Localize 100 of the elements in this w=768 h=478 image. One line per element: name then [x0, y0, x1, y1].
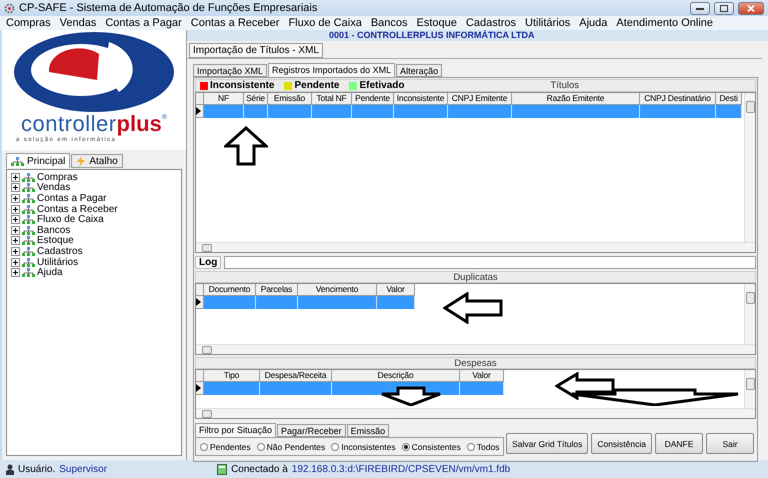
column-header[interactable]: Despesa/Receita: [260, 370, 332, 382]
menu-item[interactable]: Cadastros: [466, 17, 516, 29]
log-field[interactable]: [224, 256, 756, 269]
radio-option[interactable]: Não Pendentes: [256, 442, 326, 452]
grid-cell[interactable]: [448, 105, 512, 118]
radio-button[interactable]: [256, 442, 265, 450]
sidebar-tab[interactable]: Atalho: [71, 154, 123, 168]
tree-item[interactable]: Cadastros: [11, 246, 177, 257]
grid-cell[interactable]: [716, 105, 742, 118]
tree-item[interactable]: Contas a Receber: [11, 204, 177, 214]
tab[interactable]: Importação XML: [193, 64, 268, 77]
horizontal-scrollbar[interactable]: [196, 408, 755, 418]
action-button[interactable]: Salvar Grid Títulos: [506, 433, 588, 454]
grid-cell[interactable]: [244, 105, 268, 118]
expand-icon[interactable]: [11, 215, 20, 224]
radio-option[interactable]: Inconsistentes: [331, 442, 396, 452]
column-header[interactable]: Série: [244, 93, 268, 105]
expand-icon[interactable]: [11, 246, 20, 256]
tab[interactable]: Filtro por Situação: [195, 423, 276, 437]
expand-icon[interactable]: [11, 236, 20, 246]
column-header[interactable]: Tipo: [204, 370, 260, 382]
expand-icon[interactable]: [11, 194, 20, 203]
menu-item[interactable]: Estoque: [416, 17, 457, 29]
tree-item[interactable]: Ajuda: [11, 267, 177, 278]
column-header[interactable]: Total NF: [312, 93, 352, 105]
menu-item[interactable]: Atendimento Online: [616, 17, 714, 29]
data-grid[interactable]: Documento Parcelas Vencimento Valor: [195, 283, 756, 355]
tab[interactable]: Registros Importados do XML: [268, 63, 396, 77]
column-header[interactable]: Razão Emitente: [512, 93, 640, 105]
tree-item[interactable]: Compras: [11, 172, 177, 183]
tab[interactable]: Pagar/Receber: [277, 424, 346, 437]
grid-cell[interactable]: [640, 105, 716, 118]
close-button[interactable]: [738, 2, 764, 14]
grid-cell[interactable]: [268, 105, 312, 118]
column-header[interactable]: Desti: [716, 93, 742, 105]
tree-item[interactable]: Bancos: [11, 224, 177, 236]
vertical-scrollbar[interactable]: [744, 284, 755, 344]
column-header[interactable]: Parcelas: [256, 284, 298, 296]
menu-item[interactable]: Vendas: [60, 17, 96, 29]
sidebar-tab[interactable]: Principal: [6, 153, 70, 168]
radio-option[interactable]: Todos: [466, 442, 500, 452]
column-header[interactable]: Pendente: [352, 93, 394, 105]
grid-cell[interactable]: [352, 105, 394, 118]
radio-button[interactable]: [331, 442, 340, 450]
radio-option[interactable]: Pendentes: [200, 442, 251, 452]
vertical-scrollbar[interactable]: [744, 93, 755, 242]
action-button[interactable]: DANFE: [655, 433, 703, 454]
expand-icon[interactable]: [11, 258, 20, 267]
form-tab[interactable]: Importação de Títulos - XML: [189, 43, 323, 58]
grid-cell[interactable]: [298, 296, 377, 309]
radio-button[interactable]: [200, 442, 208, 450]
grid-cell[interactable]: [204, 382, 260, 395]
grid-cell[interactable]: [204, 105, 244, 118]
action-button[interactable]: Sair: [706, 433, 754, 454]
grid-cell[interactable]: [204, 296, 256, 309]
expand-icon[interactable]: [11, 172, 20, 182]
tree-item[interactable]: Vendas: [11, 182, 177, 194]
column-header[interactable]: Emissão: [268, 93, 312, 105]
grid-cell[interactable]: [394, 105, 448, 118]
tab[interactable]: Emissão: [346, 424, 390, 437]
expand-icon[interactable]: [11, 204, 20, 214]
tree-item[interactable]: Utilitários: [11, 256, 177, 268]
maximize-button[interactable]: [714, 2, 734, 14]
menu-item[interactable]: Utilitários: [525, 17, 570, 29]
radio-option[interactable]: Consistentes: [402, 442, 461, 452]
data-grid[interactable]: NF Série Emissão Total NF Pendente Inconsistente CNPJ Emitente Razão Emitente CNPJ Destinatário Desti: [195, 92, 756, 253]
column-header[interactable]: CNPJ Destinatário: [640, 93, 716, 105]
action-button[interactable]: Consistência: [591, 433, 652, 454]
menu-item[interactable]: Contas a Receber: [190, 17, 280, 29]
column-header[interactable]: NF: [204, 93, 244, 105]
expand-icon[interactable]: [11, 268, 20, 278]
menu-item[interactable]: Contas a Pagar: [105, 17, 182, 29]
expand-icon[interactable]: [11, 226, 20, 235]
column-header[interactable]: Descrição: [332, 370, 460, 382]
menu-item[interactable]: Ajuda: [579, 17, 608, 29]
column-header[interactable]: Inconsistente: [394, 93, 448, 105]
column-header[interactable]: Valor: [377, 284, 415, 296]
tab[interactable]: Alteração: [396, 64, 442, 77]
column-header[interactable]: Vencimento: [298, 284, 377, 296]
vertical-scrollbar[interactable]: [744, 370, 755, 408]
horizontal-scrollbar[interactable]: [196, 344, 755, 354]
grid-cell[interactable]: [512, 105, 640, 118]
column-header[interactable]: Documento: [204, 284, 256, 296]
minimize-button[interactable]: [690, 2, 710, 14]
tree-item[interactable]: Estoque: [11, 236, 177, 246]
expand-icon[interactable]: [11, 183, 20, 192]
grid-cell[interactable]: [312, 105, 352, 118]
grid-cell[interactable]: [460, 382, 504, 395]
grid-cell[interactable]: [377, 296, 415, 309]
grid-cell[interactable]: [256, 296, 298, 309]
tree-item[interactable]: Contas a Pagar: [11, 193, 177, 204]
horizontal-scrollbar[interactable]: [196, 242, 755, 252]
column-header[interactable]: Valor: [460, 370, 504, 382]
radio-button[interactable]: [402, 442, 410, 450]
menu-item[interactable]: Fluxo de Caixa: [288, 17, 362, 29]
grid-cell[interactable]: [260, 382, 332, 395]
menu-item[interactable]: Compras: [6, 17, 51, 29]
column-header[interactable]: CNPJ Emitente: [448, 93, 512, 105]
radio-button[interactable]: [466, 442, 475, 450]
tree-item[interactable]: Fluxo de Caixa: [11, 214, 177, 225]
